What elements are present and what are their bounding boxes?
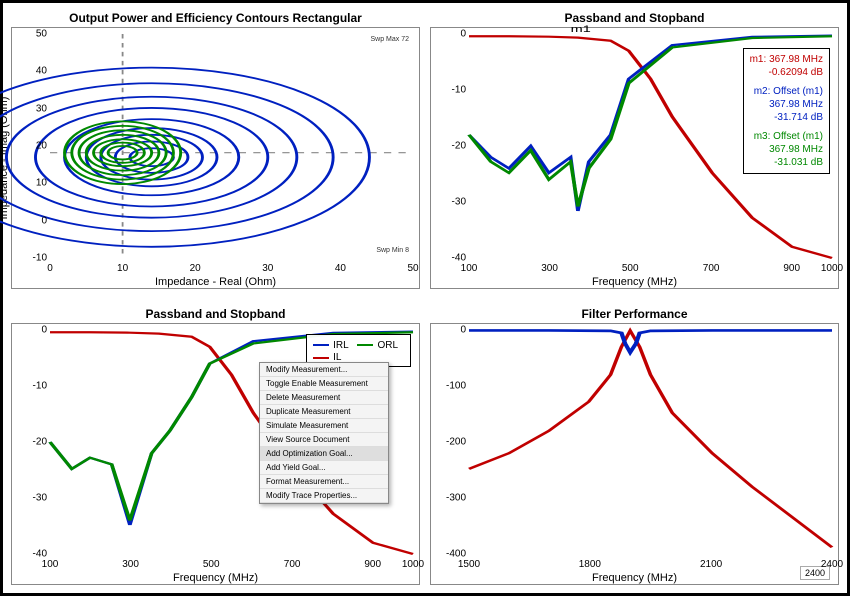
x-axis-label: Frequency (MHz): [592, 276, 677, 288]
menu-delete-measurement[interactable]: Delete Measurement: [260, 391, 388, 405]
line-canvas: [469, 330, 832, 554]
plot-area[interactable]: Frequency (MHz) 2400 -400 -300 -200 -100…: [430, 323, 839, 585]
contour-canvas: [50, 34, 413, 258]
legend-orl[interactable]: ORL: [357, 340, 398, 351]
chart-passband-menu: Passband and Stopband Frequency (MHz) IR…: [11, 307, 420, 585]
chart-filter-performance: Filter Performance Frequency (MHz) 2400 …: [430, 307, 839, 585]
svg-text:m1: m1: [571, 24, 592, 34]
menu-format-measurement[interactable]: Format Measurement...: [260, 475, 388, 489]
plot-area[interactable]: Frequency (MHz) m1 m1: 367.98 MHz -0.620…: [430, 27, 839, 289]
menu-toggle-enable[interactable]: Toggle Enable Measurement: [260, 377, 388, 391]
menu-modify-trace-props[interactable]: Modify Trace Properties...: [260, 489, 388, 503]
marker-readout: m1: 367.98 MHz -0.62094 dB m2: Offset (m…: [743, 48, 830, 174]
legend-irl[interactable]: IRL: [313, 340, 349, 351]
marker-m2: m2: Offset (m1) 367.98 MHz -31.714 dB: [750, 85, 823, 124]
menu-view-source-doc[interactable]: View Source Document: [260, 433, 388, 447]
menu-add-yield-goal[interactable]: Add Yield Goal...: [260, 461, 388, 475]
marker-m1: m1: 367.98 MHz -0.62094 dB: [750, 53, 823, 79]
x-axis-label: Impedance - Real (Ohm): [155, 276, 276, 288]
menu-simulate-measurement[interactable]: Simulate Measurement: [260, 419, 388, 433]
chart-passband-markers: Passband and Stopband Frequency (MHz) m1…: [430, 11, 839, 289]
plot-area[interactable]: Frequency (MHz) IRL ORL IL Modify Measur…: [11, 323, 420, 585]
swp-min-label: Swp Min 8: [376, 247, 409, 254]
menu-modify-measurement[interactable]: Modify Measurement...: [260, 363, 388, 377]
x-axis-label: Frequency (MHz): [592, 572, 677, 584]
menu-duplicate-measurement[interactable]: Duplicate Measurement: [260, 405, 388, 419]
swp-max-label: Swp Max 72: [370, 36, 409, 43]
marker-m3: m3: Offset (m1) 367.98 MHz -31.031 dB: [750, 130, 823, 169]
chart-title: Output Power and Efficiency Contours Rec…: [69, 11, 362, 25]
plot-area[interactable]: Impedance - Imag (Ohm) Impedance - Real …: [11, 27, 420, 289]
context-menu[interactable]: Modify Measurement... Toggle Enable Meas…: [259, 362, 389, 504]
menu-add-optimization-goal[interactable]: Add Optimization Goal...: [260, 447, 388, 461]
x-axis-label: Frequency (MHz): [173, 572, 258, 584]
chart-title: Passband and Stopband: [145, 307, 285, 321]
chart-grid: Output Power and Efficiency Contours Rec…: [11, 11, 839, 585]
chart-contours: Output Power and Efficiency Contours Rec…: [11, 11, 420, 289]
chart-title: Filter Performance: [581, 307, 687, 321]
